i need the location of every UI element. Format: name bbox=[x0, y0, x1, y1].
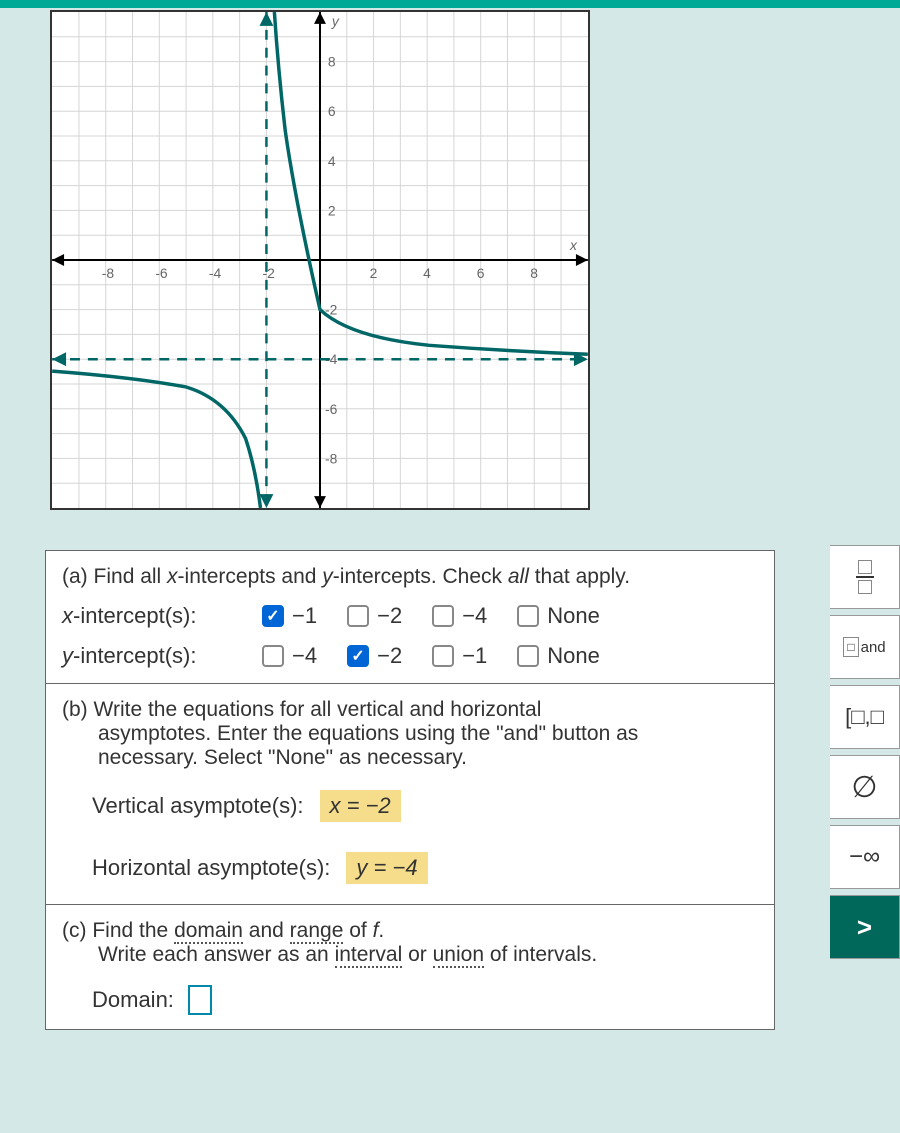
part-c-text2a: Write each answer as an bbox=[98, 943, 335, 966]
ha-answer[interactable]: y = −4 bbox=[346, 852, 427, 884]
checkbox-icon bbox=[262, 645, 284, 667]
and-text: and bbox=[243, 919, 290, 942]
va-label: Vertical asymptote(s): bbox=[92, 793, 304, 819]
checkbox-checked-icon: ✓ bbox=[347, 645, 369, 667]
opt-label: −1 bbox=[292, 603, 317, 629]
opt-label: −4 bbox=[462, 603, 487, 629]
opt-label: None bbox=[547, 643, 600, 669]
svg-text:-2: -2 bbox=[262, 265, 275, 281]
y-opt-neg1[interactable]: −1 bbox=[432, 643, 487, 669]
x-int-label: -intercept(s): bbox=[73, 603, 196, 628]
y-opt-neg2[interactable]: ✓ −2 bbox=[347, 643, 402, 669]
checkbox-icon bbox=[347, 605, 369, 627]
part-b-line3: necessary. Select "None" as necessary. bbox=[98, 746, 467, 769]
svg-text:-8: -8 bbox=[325, 450, 338, 466]
domain-link[interactable]: domain bbox=[174, 919, 243, 944]
part-c-text1: Find the bbox=[92, 919, 174, 942]
palette-interval-button[interactable]: [□,□ bbox=[830, 685, 900, 749]
and-label: and bbox=[861, 639, 886, 656]
fraction-icon bbox=[856, 560, 874, 594]
svg-text:8: 8 bbox=[328, 54, 336, 70]
svg-text:x: x bbox=[569, 237, 578, 253]
part-a-label: (a) bbox=[62, 565, 88, 588]
va-answer[interactable]: x = −2 bbox=[320, 790, 401, 822]
part-c-label: (c) bbox=[62, 919, 87, 942]
part-a-prompt: Find all x-intercepts and y-intercepts. … bbox=[94, 565, 631, 588]
part-c-cell: (c) Find the domain and range of f. Writ… bbox=[46, 905, 775, 1030]
of-f-text: of f. bbox=[343, 919, 384, 942]
domain-input[interactable] bbox=[188, 985, 212, 1015]
svg-text:2: 2 bbox=[370, 265, 378, 281]
checkbox-checked-icon: ✓ bbox=[262, 605, 284, 627]
ha-label: Horizontal asymptote(s): bbox=[92, 855, 330, 881]
opt-label: −2 bbox=[377, 603, 402, 629]
range-link[interactable]: range bbox=[290, 919, 344, 944]
part-b-label: (b) bbox=[62, 698, 88, 721]
svg-text:4: 4 bbox=[328, 153, 336, 169]
svg-text:6: 6 bbox=[477, 265, 485, 281]
svg-text:4: 4 bbox=[423, 265, 431, 281]
svg-text:y: y bbox=[331, 13, 340, 29]
y-intercept-row: y-intercept(s): −4 ✓−2 −1 None bbox=[62, 643, 758, 669]
svg-text:6: 6 bbox=[328, 103, 336, 119]
svg-text:-4: -4 bbox=[209, 265, 222, 281]
palette-fraction-button[interactable] bbox=[830, 545, 900, 609]
graph-plot: -8-6 -4-2 24 68 86 42 -2-4 -6-8 x y bbox=[50, 10, 590, 510]
top-accent-bar bbox=[0, 0, 900, 8]
palette-next-button[interactable]: > bbox=[830, 895, 900, 959]
graph-svg: -8-6 -4-2 24 68 86 42 -2-4 -6-8 x y bbox=[52, 12, 588, 508]
checkbox-icon bbox=[432, 645, 454, 667]
palette-neg-infinity-button[interactable]: −∞ bbox=[830, 825, 900, 889]
part-c-text2b: of intervals. bbox=[484, 943, 597, 966]
part-b-line1: Write the equations for all vertical and… bbox=[94, 698, 542, 721]
palette-emptyset-button[interactable]: ∅ bbox=[830, 755, 900, 819]
x-intercept-row: x-intercept(s): ✓−1 −2 −4 None bbox=[62, 603, 758, 629]
x-opt-neg4[interactable]: −4 bbox=[432, 603, 487, 629]
part-b-cell: (b) Write the equations for all vertical… bbox=[46, 684, 775, 905]
y-int-label: -intercept(s): bbox=[73, 643, 196, 668]
checkbox-icon bbox=[517, 645, 539, 667]
x-opt-none[interactable]: None bbox=[517, 603, 600, 629]
checkbox-icon bbox=[517, 605, 539, 627]
symbol-palette: □and [□,□ ∅ −∞ > bbox=[830, 545, 900, 959]
part-b-line2: asymptotes. Enter the equations using th… bbox=[98, 722, 638, 745]
interval-link[interactable]: interval bbox=[335, 943, 403, 968]
y-opt-none[interactable]: None bbox=[517, 643, 600, 669]
opt-label: None bbox=[547, 603, 600, 629]
svg-text:8: 8 bbox=[530, 265, 538, 281]
svg-text:-8: -8 bbox=[102, 265, 115, 281]
question-table: (a) Find all x-intercepts and y-intercep… bbox=[45, 550, 775, 1030]
opt-label: −1 bbox=[462, 643, 487, 669]
y-opt-neg4[interactable]: −4 bbox=[262, 643, 317, 669]
x-opt-neg2[interactable]: −2 bbox=[347, 603, 402, 629]
checkbox-icon bbox=[432, 605, 454, 627]
svg-text:-6: -6 bbox=[155, 265, 168, 281]
palette-and-button[interactable]: □and bbox=[830, 615, 900, 679]
domain-label: Domain: bbox=[92, 987, 174, 1013]
svg-text:2: 2 bbox=[328, 202, 336, 218]
or-text: or bbox=[402, 943, 432, 966]
part-a-cell: (a) Find all x-intercepts and y-intercep… bbox=[46, 551, 775, 684]
x-opt-neg1[interactable]: ✓ −1 bbox=[262, 603, 317, 629]
svg-text:-6: -6 bbox=[325, 401, 338, 417]
opt-label: −2 bbox=[377, 643, 402, 669]
union-link[interactable]: union bbox=[433, 943, 484, 968]
box-icon: □ bbox=[843, 637, 858, 657]
opt-label: −4 bbox=[292, 643, 317, 669]
